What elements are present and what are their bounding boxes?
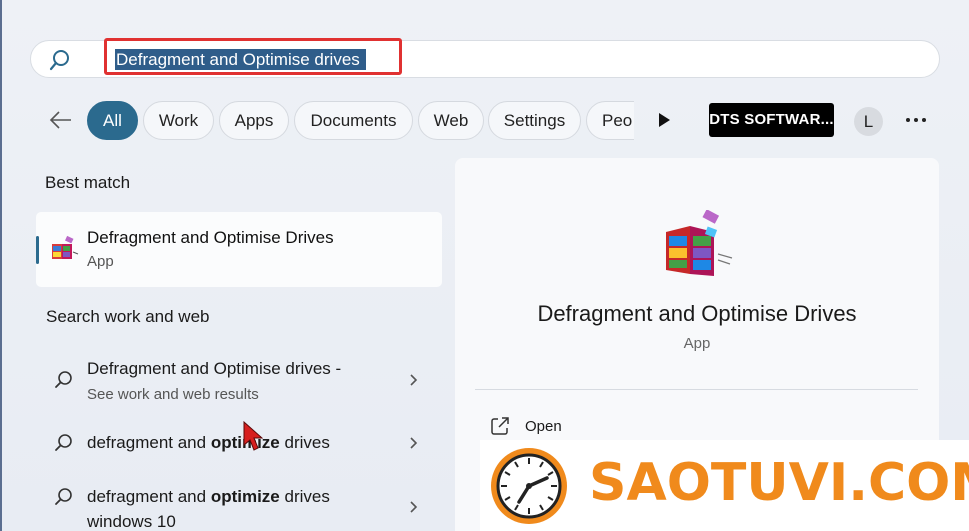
web-result-3-line2: windows 10: [87, 512, 176, 531]
window-left-edge: [0, 0, 2, 531]
best-match-heading: Best match: [45, 173, 131, 192]
search-highlight-box: [104, 38, 402, 75]
search-icon: [55, 488, 72, 505]
tab-work[interactable]: Work: [143, 101, 214, 140]
web-result-1[interactable]: Defragment and Optimise drives - See wor…: [45, 356, 440, 406]
tab-people[interactable]: Peo: [586, 101, 634, 140]
web-result-3-title: defragment and optimize drives: [87, 487, 330, 507]
search-web-heading: Search work and web: [46, 307, 210, 326]
best-match-type: App: [87, 253, 114, 270]
defragment-app-icon: [52, 235, 79, 259]
mouse-cursor-icon: [243, 421, 263, 451]
chevron-right-icon: [410, 374, 418, 386]
search-bar[interactable]: Defragment and Optimise drives: [30, 38, 940, 78]
web-result-2-rest: drives: [279, 433, 330, 452]
web-result-2-title: defragment and optimize drives: [87, 433, 330, 453]
selection-accent: [36, 236, 39, 264]
open-label: Open: [525, 418, 562, 435]
best-match-name: Defragment and Optimise Drives: [87, 228, 334, 247]
search-icon: [49, 50, 69, 71]
web-result-3-prefix: defragment and: [87, 487, 211, 506]
play-icon[interactable]: [656, 111, 672, 129]
web-result-2-prefix: defragment and: [87, 433, 211, 452]
tab-all[interactable]: All: [87, 101, 138, 140]
tab-people-clip: Peo: [586, 101, 634, 140]
search-icon: [55, 371, 72, 388]
tab-apps[interactable]: Apps: [219, 101, 289, 140]
best-match-card[interactable]: Defragment and Optimise Drives App: [36, 212, 442, 287]
detail-type: App: [683, 335, 711, 352]
clock-logo-icon: [491, 448, 567, 524]
tab-settings[interactable]: Settings: [488, 101, 581, 140]
divider: [475, 389, 918, 390]
web-result-1-subtitle: See work and web results: [87, 386, 259, 403]
chevron-right-icon: [410, 437, 418, 449]
web-result-1-title: Defragment and Optimise drives -: [87, 359, 342, 378]
org-badge[interactable]: DTS SOFTWAR...: [709, 103, 834, 137]
watermark-text: SAOTUVI.COM: [589, 453, 969, 513]
web-result-3-rest: drives: [279, 487, 330, 506]
tab-web[interactable]: Web: [418, 101, 484, 140]
open-action[interactable]: Open: [490, 416, 690, 440]
detail-title: Defragment and Optimise Drives: [537, 301, 857, 326]
more-options-icon[interactable]: [905, 117, 927, 123]
chevron-right-icon: [410, 501, 418, 513]
web-result-2-match: opt: [210, 433, 238, 452]
defragment-app-icon: [666, 210, 733, 276]
tab-documents[interactable]: Documents: [294, 101, 413, 140]
open-external-icon: [491, 417, 509, 435]
back-arrow-icon[interactable]: [48, 108, 74, 132]
web-result-3[interactable]: defragment and optimize drives windows 1…: [45, 484, 440, 531]
web-result-3-match: optimize: [210, 487, 280, 506]
watermark: SAOTUVI.COM: [480, 440, 969, 531]
search-icon: [55, 434, 72, 451]
avatar[interactable]: L: [854, 107, 883, 136]
